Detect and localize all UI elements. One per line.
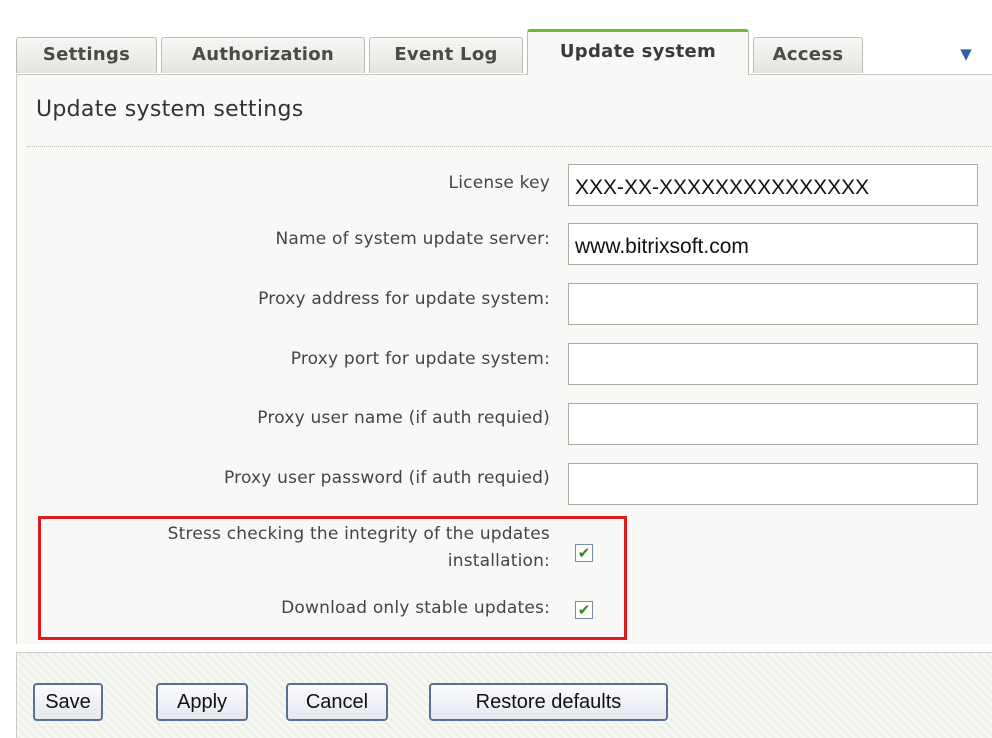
cancel-button[interactable]: Cancel <box>286 683 388 721</box>
tab-authorization[interactable]: Authorization <box>161 37 365 73</box>
license-key-label: License key <box>448 173 550 193</box>
proxy-user-input[interactable] <box>568 403 978 445</box>
proxy-port-label: Proxy port for update system: <box>290 349 550 369</box>
stable-only-label: Download only stable updates: <box>281 598 550 618</box>
restore-defaults-button[interactable]: Restore defaults <box>429 683 668 721</box>
proxy-password-label: Proxy user password (if auth requied) <box>224 468 550 488</box>
stress-check-checkbox[interactable]: ✔ <box>575 544 593 562</box>
tab-access[interactable]: Access <box>753 37 863 73</box>
proxy-password-input[interactable] <box>568 463 978 505</box>
tab-settings[interactable]: Settings <box>16 37 157 73</box>
page-title: Update system settings <box>36 97 304 122</box>
chevron-down-icon[interactable]: ▼ <box>956 44 976 64</box>
button-bar: Save Apply Cancel Restore defaults <box>16 652 992 738</box>
license-key-input[interactable] <box>568 164 978 206</box>
proxy-address-input[interactable] <box>568 283 978 325</box>
save-button[interactable]: Save <box>33 683 103 721</box>
tab-update-system[interactable]: Update system <box>527 29 749 75</box>
settings-panel: Update system settings License key Name … <box>16 74 992 644</box>
tab-event-log[interactable]: Event Log <box>369 37 523 73</box>
tab-bar: Settings Authorization Event Log Update … <box>0 0 992 75</box>
update-server-input[interactable] <box>568 223 978 265</box>
update-server-label: Name of system update server: <box>275 229 550 249</box>
apply-button[interactable]: Apply <box>156 683 248 721</box>
proxy-address-label: Proxy address for update system: <box>258 289 550 309</box>
proxy-user-label: Proxy user name (if auth requied) <box>257 408 550 428</box>
stress-check-label-line2: installation: <box>447 551 550 571</box>
title-divider <box>27 146 992 147</box>
stable-only-checkbox[interactable]: ✔ <box>575 601 593 619</box>
stress-check-label-line1: Stress checking the integrity of the upd… <box>167 524 550 544</box>
proxy-port-input[interactable] <box>568 343 978 385</box>
